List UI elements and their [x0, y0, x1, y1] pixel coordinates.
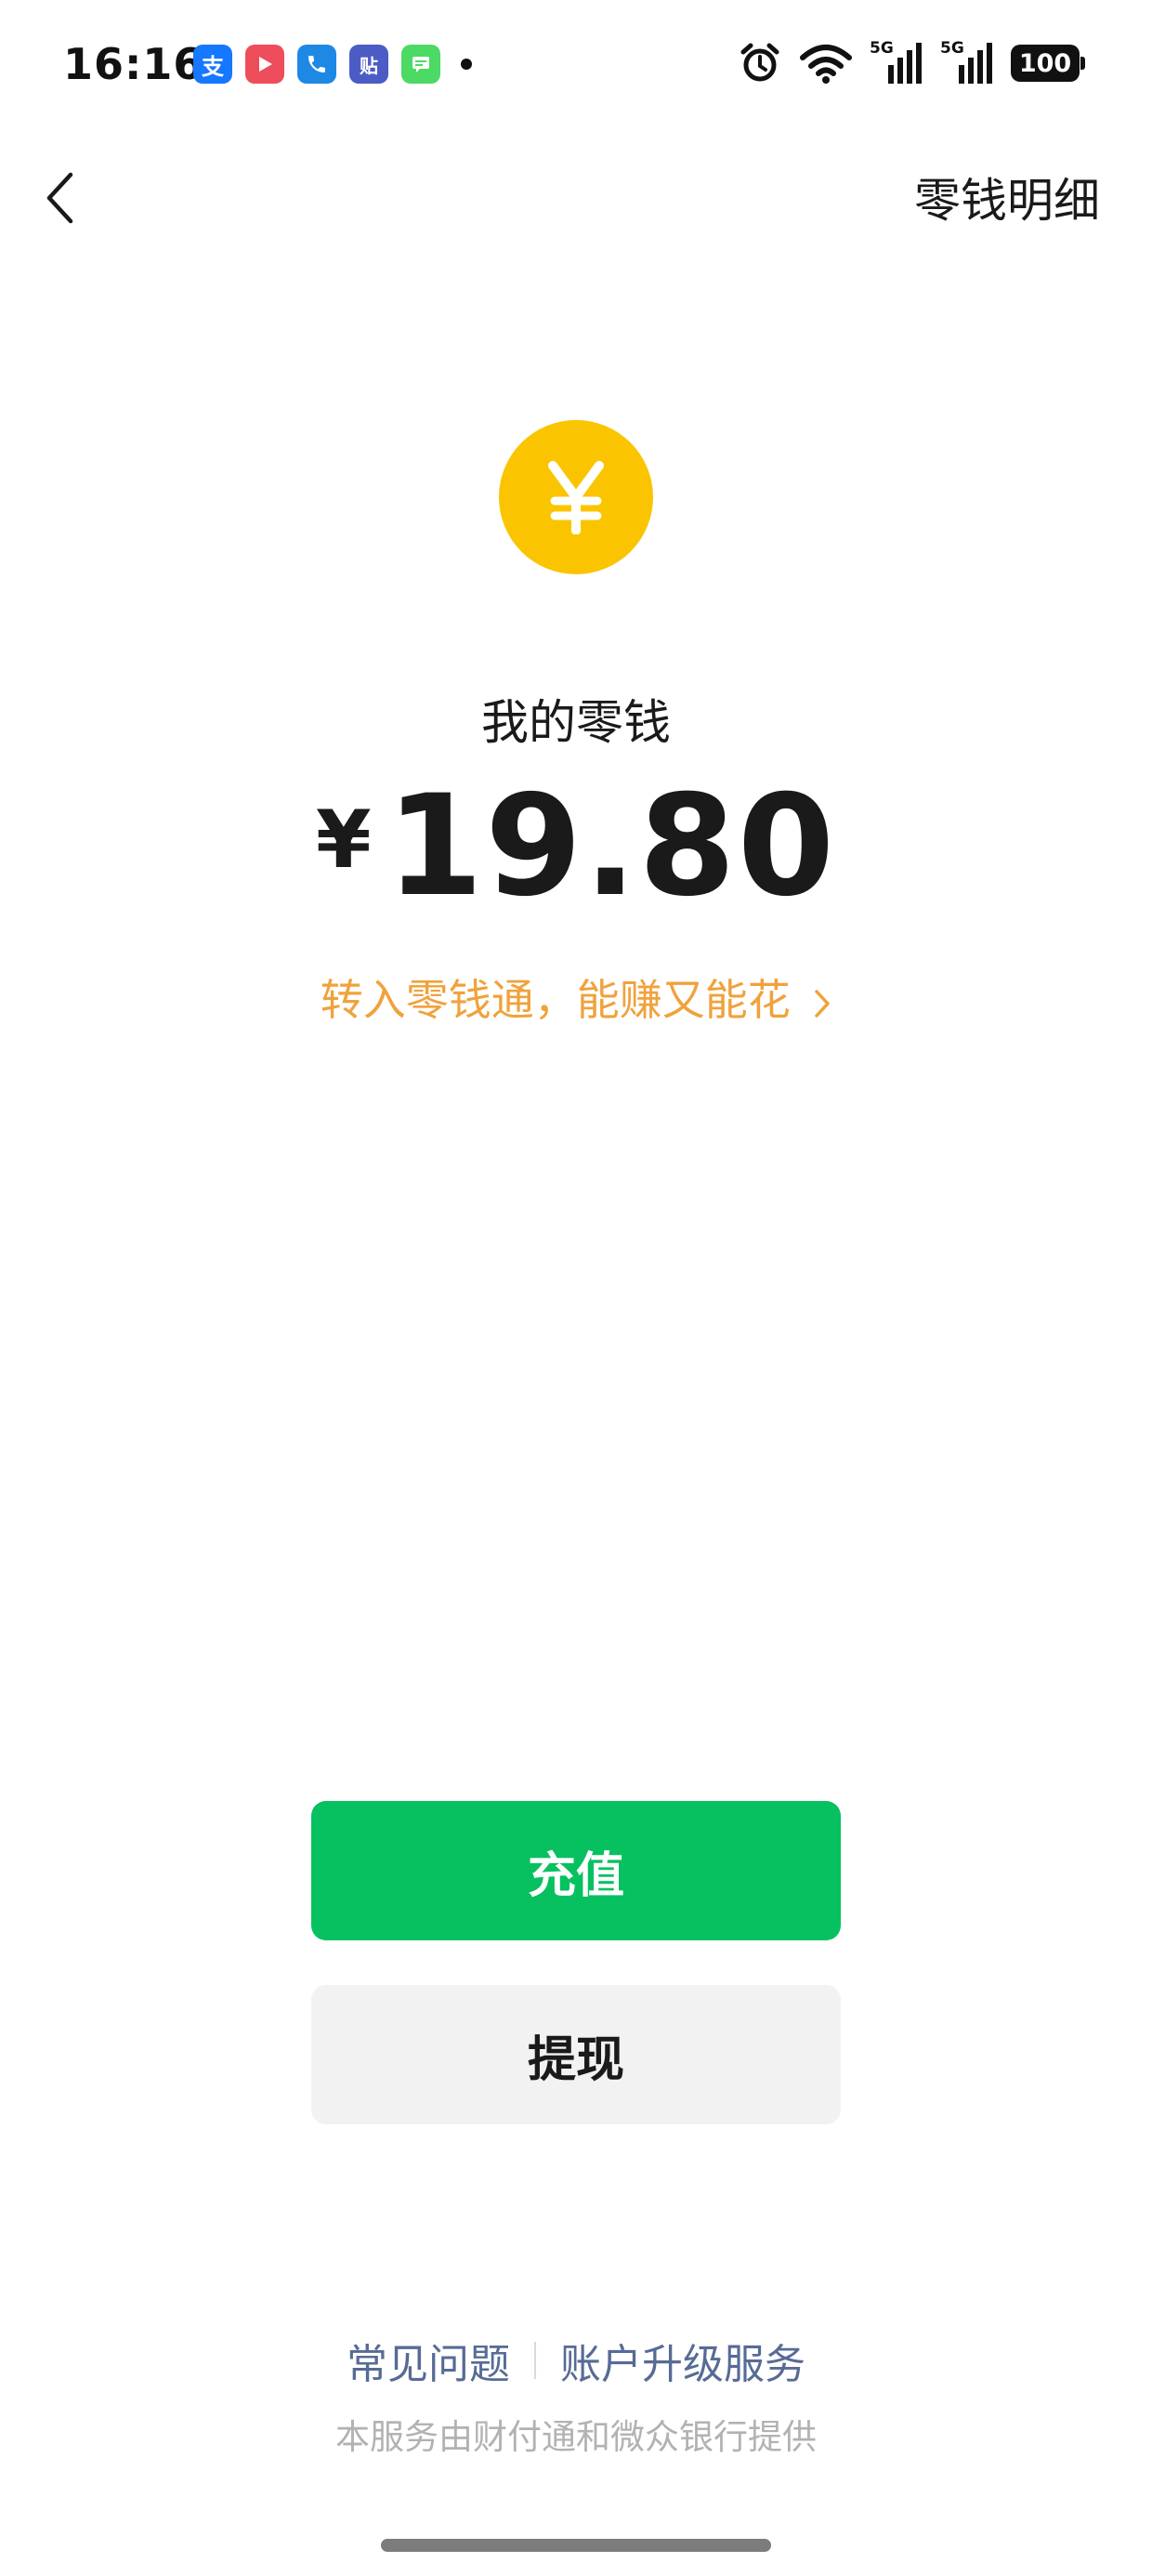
coin-icon	[499, 420, 653, 574]
recharge-button[interactable]: 充值	[311, 1801, 841, 1940]
balance-amount: ¥ 19.80	[0, 777, 1152, 916]
tieba-icon-glyph: 贴	[360, 54, 378, 77]
status-time: 16:16	[63, 39, 204, 89]
yuan-icon	[548, 461, 604, 534]
lingqiantong-promo-link[interactable]: 转入零钱通，能赚又能花	[0, 966, 1152, 1028]
account-upgrade-link[interactable]: 账户升级服务	[560, 2331, 805, 2390]
more-notifications-dot	[461, 59, 472, 70]
home-indicator[interactable]	[381, 2539, 771, 2552]
balance-value: 19.80	[386, 766, 837, 927]
promo-text: 转入零钱通，能赚又能花	[320, 975, 791, 1025]
chevron-right-icon	[815, 989, 831, 1018]
signal-2-label: 5G	[940, 39, 964, 58]
battery-indicator: 100	[1011, 45, 1085, 82]
video-app-icon	[245, 45, 284, 84]
footer-divider	[534, 2342, 536, 2379]
faq-link[interactable]: 常见问题	[347, 2331, 510, 2390]
battery-level: 100	[1018, 48, 1072, 78]
back-button[interactable]	[32, 165, 87, 230]
alarm-icon	[740, 43, 779, 82]
tieba-icon: 贴	[349, 45, 388, 84]
balance-label: 我的零钱	[480, 696, 671, 751]
currency-symbol: ¥	[315, 794, 372, 887]
phone-icon	[308, 56, 325, 72]
transaction-details-link[interactable]: 零钱明细	[914, 164, 1100, 230]
cellular-signal-1: 5G	[870, 39, 923, 85]
phone-app-icon	[297, 45, 336, 84]
chevron-left-icon	[46, 172, 73, 224]
play-icon	[259, 57, 272, 72]
chat-bubble-icon	[412, 57, 429, 72]
status-bar: 16:16 支 贴 5G 5G 100	[0, 0, 1152, 139]
footer-links: 常见问题 账户升级服务	[0, 2331, 1152, 2390]
provider-note: 本服务由财付通和微众银行提供	[335, 2417, 817, 2457]
signal-1-label: 5G	[870, 39, 894, 58]
messages-icon	[401, 45, 440, 84]
notification-icons: 支 贴	[193, 45, 472, 84]
alipay-icon: 支	[193, 45, 232, 84]
status-indicators: 5G 5G 100	[738, 39, 1085, 85]
alipay-icon-glyph: 支	[202, 53, 224, 80]
cellular-signal-2: 5G	[940, 39, 994, 85]
wifi-icon	[800, 45, 852, 84]
withdraw-button[interactable]: 提现	[311, 1985, 841, 2124]
